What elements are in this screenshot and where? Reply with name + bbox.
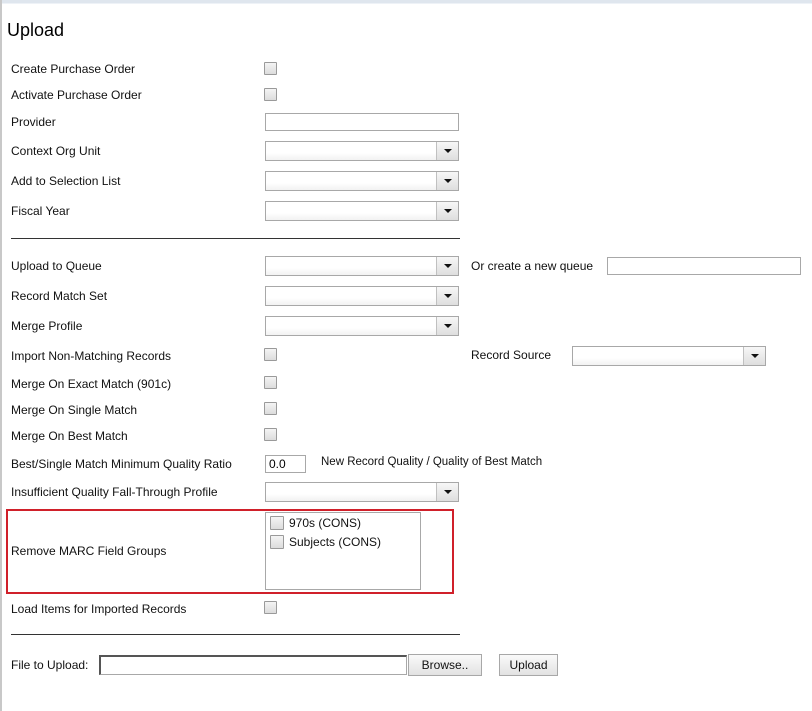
merge-best-checkbox[interactable]	[264, 428, 277, 441]
upload-queue-select[interactable]	[265, 256, 459, 276]
fiscal-year-label: Fiscal Year	[11, 204, 70, 218]
activate-po-label: Activate Purchase Order	[11, 88, 142, 102]
load-items-label: Load Items for Imported Records	[11, 602, 187, 616]
quality-ratio-label: Best/Single Match Minimum Quality Ratio	[11, 457, 232, 471]
selection-list-select[interactable]	[265, 171, 459, 191]
chevron-down-icon[interactable]	[436, 202, 458, 220]
import-non-matching-checkbox[interactable]	[264, 348, 277, 361]
upload-queue-label: Upload to Queue	[11, 259, 102, 273]
create-po-label: Create Purchase Order	[11, 62, 136, 76]
chevron-down-icon[interactable]	[436, 317, 458, 335]
browse-button[interactable]: Browse..	[408, 654, 482, 676]
chevron-down-icon[interactable]	[436, 483, 458, 501]
fallthrough-profile-select[interactable]	[265, 482, 459, 502]
quality-ratio-hint: New Record Quality / Quality of Best Mat…	[321, 456, 543, 468]
activate-po-checkbox[interactable]	[264, 88, 277, 101]
marc-option-checkbox[interactable]	[270, 515, 284, 530]
remove-marc-label: Remove MARC Field Groups	[11, 544, 167, 558]
new-queue-input[interactable]	[607, 257, 801, 275]
load-items-checkbox[interactable]	[264, 601, 277, 614]
provider-label: Provider	[11, 115, 56, 129]
selection-list-label: Add to Selection List	[11, 174, 121, 188]
page-title: Upload	[7, 20, 65, 40]
chevron-down-icon[interactable]	[436, 287, 458, 305]
context-org-unit-label: Context Org Unit	[11, 144, 101, 158]
record-source-select[interactable]	[572, 346, 766, 366]
remove-marc-listbox[interactable]: 970s (CONS) Subjects (CONS)	[265, 512, 421, 590]
merge-single-label: Merge On Single Match	[11, 403, 138, 417]
chevron-down-icon[interactable]	[743, 347, 765, 365]
record-match-set-select[interactable]	[265, 286, 459, 306]
record-match-set-label: Record Match Set	[11, 289, 108, 303]
file-input[interactable]	[99, 655, 407, 675]
chevron-down-icon[interactable]	[436, 257, 458, 275]
merge-best-label: Merge On Best Match	[11, 429, 128, 443]
marc-option-970s[interactable]: 970s (CONS)	[270, 515, 361, 531]
fiscal-year-select[interactable]	[265, 201, 459, 221]
upload-button[interactable]: Upload	[499, 654, 558, 676]
merge-profile-select[interactable]	[265, 316, 459, 336]
left-border	[0, 0, 2, 711]
marc-option-label: 970s (CONS)	[289, 515, 362, 530]
divider	[11, 238, 460, 239]
fallthrough-profile-label: Insufficient Quality Fall-Through Profil…	[11, 485, 218, 499]
quality-ratio-input[interactable]	[265, 455, 306, 473]
import-non-matching-label: Import Non-Matching Records	[11, 349, 172, 363]
context-org-unit-select[interactable]	[265, 141, 459, 161]
divider	[11, 634, 460, 635]
chevron-down-icon[interactable]	[436, 142, 458, 160]
chevron-down-icon[interactable]	[436, 172, 458, 190]
merge-profile-label: Merge Profile	[11, 319, 83, 333]
merge-exact-label: Merge On Exact Match (901c)	[11, 377, 172, 391]
marc-option-subjects[interactable]: Subjects (CONS)	[270, 534, 381, 550]
create-po-checkbox[interactable]	[264, 62, 277, 75]
file-label: File to Upload:	[11, 658, 89, 672]
merge-exact-checkbox[interactable]	[264, 376, 277, 389]
provider-input[interactable]	[265, 113, 459, 131]
record-source-label: Record Source	[471, 348, 552, 362]
top-border	[0, 0, 812, 4]
marc-option-label: Subjects (CONS)	[289, 534, 382, 549]
merge-single-checkbox[interactable]	[264, 402, 277, 415]
new-queue-label: Or create a new queue	[471, 259, 594, 273]
marc-option-checkbox[interactable]	[270, 534, 284, 549]
